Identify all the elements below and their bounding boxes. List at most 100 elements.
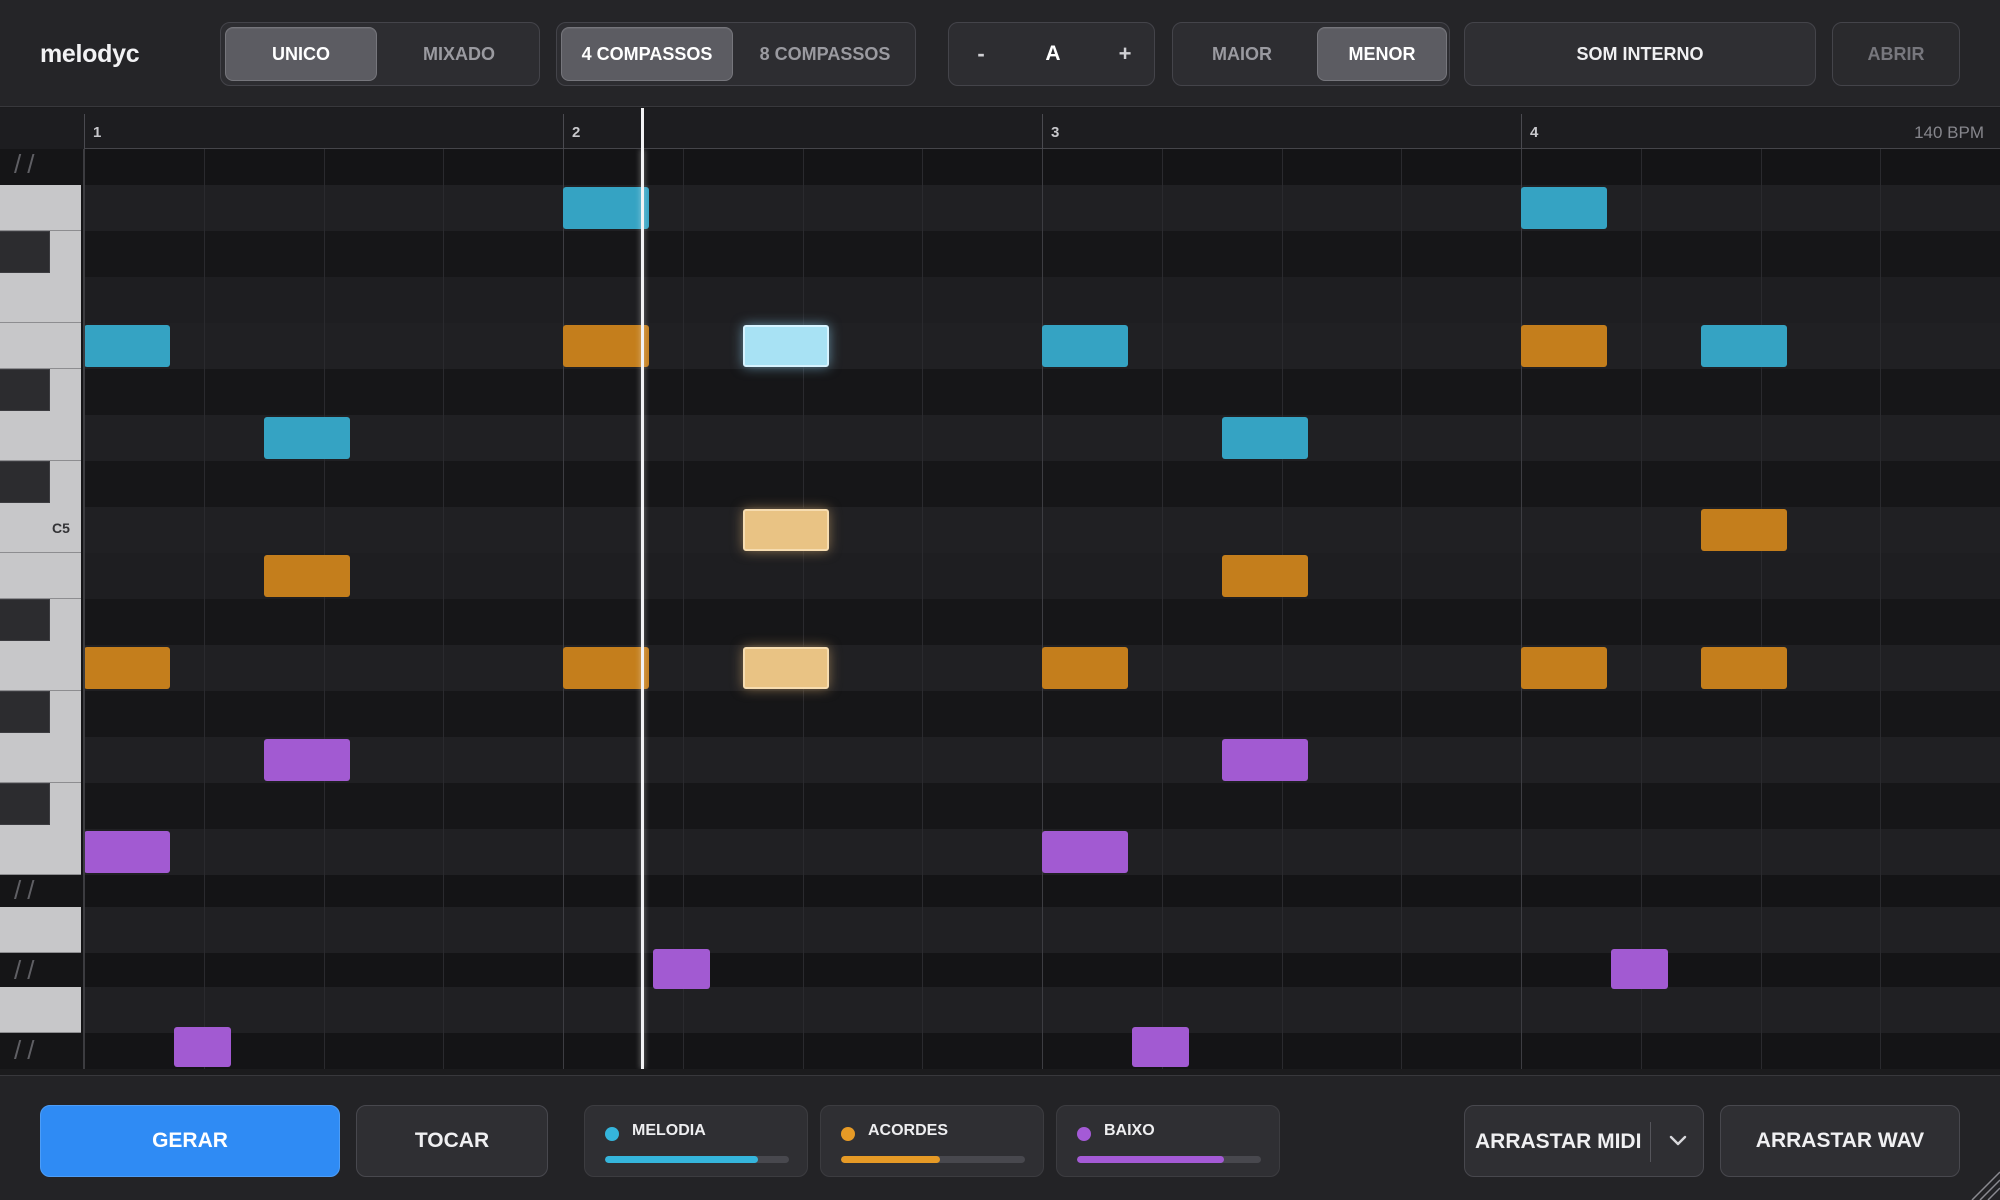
note-acordes[interactable] (743, 647, 829, 689)
bottom-toolbar: GERAR TOCAR MELODIA ACORDES BAIXO ARRAST… (0, 1075, 2000, 1200)
bar-tick (1521, 114, 1522, 149)
piano-black-key[interactable] (0, 599, 50, 641)
note-melodia[interactable] (563, 187, 649, 229)
note-acordes[interactable] (1042, 647, 1128, 689)
mode-option-unico[interactable]: UNICO (225, 27, 377, 81)
open-button[interactable]: ABRIR (1832, 22, 1960, 86)
track-name: ACORDES (868, 1122, 949, 1139)
bar-line (1521, 149, 1522, 1069)
track-color-dot (1077, 1127, 1091, 1141)
generate-button[interactable]: GERAR (40, 1105, 340, 1177)
piano-black-key[interactable] (0, 783, 50, 825)
bar-tick (1042, 114, 1043, 149)
key-value: A (1045, 42, 1061, 65)
bar-line (563, 149, 564, 1069)
track-volume-slider[interactable] (605, 1156, 789, 1163)
beat-line (1761, 149, 1762, 1069)
key-decrement-button[interactable]: - (953, 27, 1009, 81)
beat-line (1641, 149, 1642, 1069)
note-melodia[interactable] (1701, 325, 1787, 367)
scale-selector: MAIOR MENOR (1172, 22, 1450, 86)
note-melodia[interactable] (84, 325, 170, 367)
drag-midi-separator (1650, 1122, 1651, 1162)
piano-black-key[interactable] (0, 461, 50, 503)
note-acordes[interactable] (84, 647, 170, 689)
piano-white-key[interactable] (0, 987, 81, 1033)
range-break-marker: // (14, 149, 41, 179)
note-baixo[interactable] (653, 949, 710, 989)
chevron-down-icon[interactable] (1665, 1128, 1691, 1154)
app-logo: melodyc (40, 40, 140, 68)
piano-roll-grid[interactable] (84, 149, 2000, 1069)
playhead[interactable] (641, 149, 644, 1069)
piano-black-key[interactable] (0, 369, 50, 411)
range-break-marker: // (14, 1035, 41, 1065)
track-volume-slider[interactable] (841, 1156, 1025, 1163)
c5-label: C5 (52, 520, 70, 536)
note-melodia[interactable] (1222, 417, 1308, 459)
beat-line (324, 149, 325, 1069)
beat-line (1162, 149, 1163, 1069)
sound-source-button[interactable]: SOM INTERNO (1464, 22, 1816, 86)
beat-line (803, 149, 804, 1069)
note-acordes[interactable] (743, 509, 829, 551)
scale-option-maior[interactable]: MAIOR (1177, 27, 1307, 81)
mode-option-mixado[interactable]: MIXADO (381, 27, 537, 81)
piano-black-key[interactable] (0, 231, 50, 273)
note-baixo[interactable] (174, 1027, 231, 1067)
note-baixo[interactable] (1222, 739, 1308, 781)
note-melodia[interactable] (1521, 187, 1607, 229)
beat-line (922, 149, 923, 1069)
piano-white-key[interactable] (0, 907, 81, 953)
drag-midi-button[interactable]: ARRASTAR MIDI (1464, 1105, 1704, 1177)
track-name: MELODIA (632, 1122, 706, 1139)
range-break-marker: // (14, 955, 41, 985)
piano-black-key[interactable] (0, 691, 50, 733)
key-increment-button[interactable]: + (1097, 27, 1153, 81)
note-acordes[interactable] (563, 325, 649, 367)
note-acordes[interactable] (1521, 647, 1607, 689)
note-acordes[interactable] (563, 647, 649, 689)
play-button[interactable]: TOCAR (356, 1105, 548, 1177)
timeline-ruler[interactable]: 1 2 3 4 140 BPM (0, 108, 2000, 149)
track-color-dot (841, 1127, 855, 1141)
piano-white-key[interactable] (0, 553, 81, 599)
track-melodia[interactable]: MELODIA (584, 1105, 808, 1177)
note-acordes[interactable] (1222, 555, 1308, 597)
note-acordes[interactable] (264, 555, 350, 597)
beat-line (204, 149, 205, 1069)
length-option-8[interactable]: 8 COMPASSOS (737, 27, 913, 81)
piano-white-key[interactable] (0, 323, 81, 369)
note-acordes[interactable] (1521, 325, 1607, 367)
track-volume-slider[interactable] (1077, 1156, 1261, 1163)
grid-left-edge (83, 149, 85, 1069)
note-baixo[interactable] (1611, 949, 1668, 989)
note-melodia[interactable] (1042, 325, 1128, 367)
resize-grip-icon[interactable] (1960, 1160, 2000, 1200)
track-volume-fill (1077, 1156, 1225, 1163)
beat-line (1282, 149, 1283, 1069)
note-melodia[interactable] (743, 325, 829, 367)
bar-number-1: 1 (93, 124, 102, 141)
note-melodia[interactable] (264, 417, 350, 459)
length-selector: 4 COMPASSOS 8 COMPASSOS (556, 22, 916, 86)
scale-option-menor[interactable]: MENOR (1317, 27, 1447, 81)
note-baixo[interactable] (84, 831, 170, 873)
drag-wav-button[interactable]: ARRASTAR WAV (1720, 1105, 1960, 1177)
note-acordes[interactable] (1701, 509, 1787, 551)
top-toolbar: melodyc UNICO MIXADO 4 COMPASSOS 8 COMPA… (0, 0, 2000, 107)
piano-white-key[interactable] (0, 185, 81, 231)
range-break-marker: // (14, 875, 41, 905)
note-baixo[interactable] (1132, 1027, 1189, 1067)
note-baixo[interactable] (1042, 831, 1128, 873)
note-baixo[interactable] (264, 739, 350, 781)
length-option-4[interactable]: 4 COMPASSOS (561, 27, 733, 81)
drag-midi-label: ARRASTAR MIDI (1475, 1130, 1642, 1153)
bar-line (1042, 149, 1043, 1069)
key-stepper: - A + (948, 22, 1155, 86)
track-baixo[interactable]: BAIXO (1056, 1105, 1280, 1177)
playhead-marker[interactable] (641, 108, 644, 149)
track-acordes[interactable]: ACORDES (820, 1105, 1044, 1177)
note-acordes[interactable] (1701, 647, 1787, 689)
bar-tick (84, 114, 85, 149)
